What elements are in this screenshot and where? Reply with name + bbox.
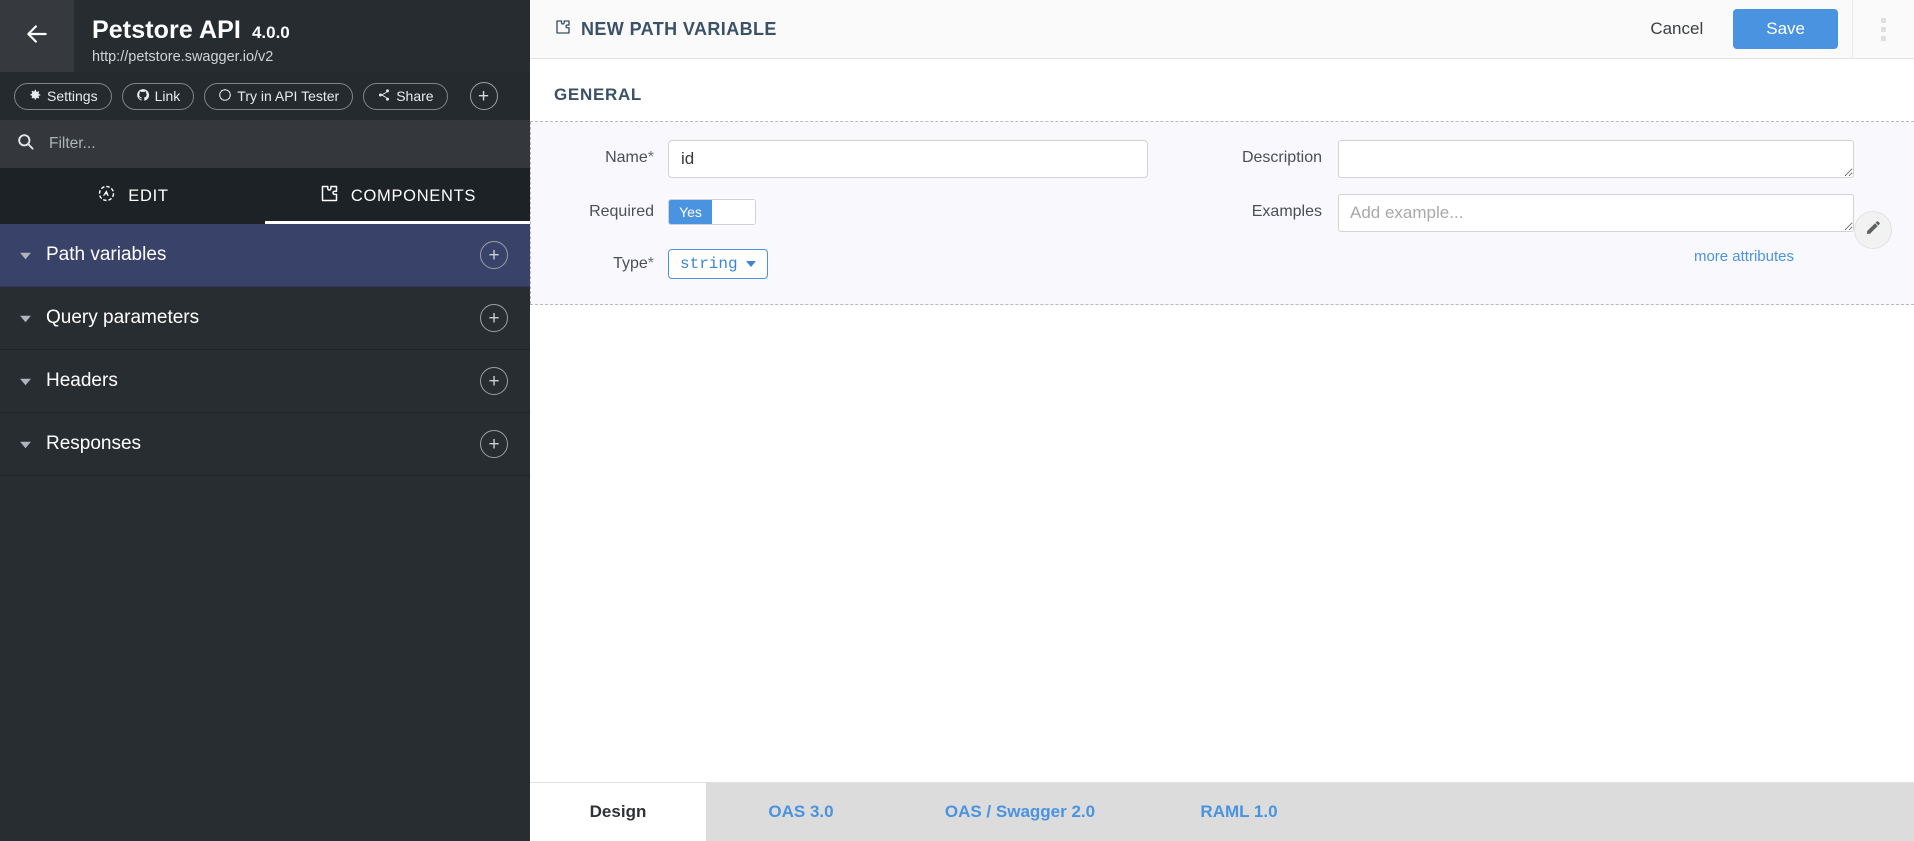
filter-bar[interactable] bbox=[0, 120, 530, 168]
type-select[interactable]: string bbox=[668, 249, 768, 279]
format-tab-bar-filler bbox=[1334, 783, 1914, 841]
tree-item-label: Query parameters bbox=[46, 307, 200, 328]
add-path-variable-button[interactable]: + bbox=[480, 241, 508, 269]
link-label: Link bbox=[154, 88, 181, 104]
tree-item-headers[interactable]: Headers + bbox=[0, 350, 530, 413]
try-in-api-tester-label: Try in API Tester bbox=[237, 88, 340, 104]
sidebar: Petstore API 4.0.0 http://petstore.swagg… bbox=[0, 0, 530, 841]
editor-header: NEW PATH VARIABLE Cancel Save bbox=[530, 0, 1914, 59]
edit-pencil-button[interactable] bbox=[1854, 211, 1892, 249]
tab-oas-swagger-2-0[interactable]: OAS / Swagger 2.0 bbox=[896, 783, 1144, 841]
name-label: Name* bbox=[548, 140, 668, 176]
share-icon bbox=[377, 88, 391, 105]
tree-item-responses[interactable]: Responses + bbox=[0, 413, 530, 476]
puzzle-piece-icon bbox=[554, 18, 572, 41]
required-label: Required bbox=[589, 203, 654, 220]
format-tab-bar: Design OAS 3.0 OAS / Swagger 2.0 RAML 1.… bbox=[530, 782, 1914, 841]
editor-body: GENERAL Name* Required Yes bbox=[530, 59, 1914, 782]
puzzle-piece-icon bbox=[319, 183, 340, 209]
required-asterisk: * bbox=[647, 255, 654, 272]
examples-label: Examples bbox=[1251, 203, 1322, 220]
field-row-description: Description bbox=[1210, 140, 1854, 178]
tab-oas-3-0[interactable]: OAS 3.0 bbox=[706, 783, 896, 841]
sidebar-toolbar: Settings Link Try in API Tester Share + bbox=[0, 72, 530, 120]
api-title: Petstore API bbox=[92, 16, 241, 44]
api-base-url: http://petstore.swagger.io/v2 bbox=[92, 49, 274, 65]
link-button[interactable]: Link bbox=[121, 82, 195, 110]
required-toggle-on-label: Yes bbox=[669, 200, 712, 224]
tab-components[interactable]: COMPONENTS bbox=[265, 168, 530, 224]
add-header-button[interactable]: + bbox=[480, 367, 508, 395]
chevron-down-icon[interactable] bbox=[14, 375, 36, 388]
try-in-api-tester-button[interactable]: Try in API Tester bbox=[204, 82, 354, 110]
general-form-card: Name* Required Yes Type* bbox=[530, 121, 1914, 305]
tab-edit-label: EDIT bbox=[128, 186, 169, 205]
more-attributes-link[interactable]: more attributes bbox=[1694, 248, 1794, 265]
search-icon bbox=[16, 132, 35, 156]
tree-item-label: Responses bbox=[46, 433, 142, 454]
share-button[interactable]: Share bbox=[363, 82, 448, 110]
filter-input[interactable] bbox=[49, 135, 514, 153]
name-label-text: Name bbox=[605, 149, 648, 166]
type-label-text: Type bbox=[613, 255, 648, 272]
field-row-required: Required Yes bbox=[548, 194, 1180, 230]
cancel-button[interactable]: Cancel bbox=[1638, 13, 1715, 45]
description-label: Description bbox=[1241, 149, 1322, 166]
field-row-examples: Examples bbox=[1210, 194, 1854, 232]
components-tree: Path variables + Query parameters + Head… bbox=[0, 224, 530, 841]
chevron-down-icon bbox=[745, 261, 756, 267]
chevron-down-icon[interactable] bbox=[14, 438, 36, 451]
add-project-button[interactable]: + bbox=[469, 82, 498, 110]
tab-edit[interactable]: EDIT bbox=[0, 168, 265, 224]
compass-icon bbox=[96, 183, 117, 209]
more-vertical-icon[interactable] bbox=[1852, 0, 1914, 59]
add-query-parameter-button[interactable]: + bbox=[480, 304, 508, 332]
examples-textarea[interactable] bbox=[1338, 194, 1854, 232]
check-circle-icon bbox=[218, 88, 232, 105]
name-input[interactable] bbox=[668, 140, 1148, 178]
type-label: Type* bbox=[548, 246, 668, 282]
tree-item-label: Path variables bbox=[46, 244, 167, 265]
main-panel: NEW PATH VARIABLE Cancel Save GENERAL Na… bbox=[530, 0, 1914, 841]
description-textarea[interactable] bbox=[1338, 140, 1854, 178]
api-title-block: Petstore API 4.0.0 http://petstore.swagg… bbox=[74, 0, 290, 72]
page-title: NEW PATH VARIABLE bbox=[581, 18, 777, 39]
tree-item-query-parameters[interactable]: Query parameters + bbox=[0, 287, 530, 350]
github-link-icon bbox=[136, 88, 150, 105]
tab-components-label: COMPONENTS bbox=[350, 186, 477, 205]
required-toggle-track bbox=[712, 200, 755, 224]
back-button[interactable] bbox=[0, 0, 74, 72]
api-version: 4.0.0 bbox=[251, 23, 290, 42]
section-title-general: GENERAL bbox=[554, 85, 643, 104]
type-select-value: string bbox=[680, 255, 738, 273]
tab-raml-1-0[interactable]: RAML 1.0 bbox=[1144, 783, 1334, 841]
add-response-button[interactable]: + bbox=[480, 430, 508, 458]
tree-item-label: Headers bbox=[46, 370, 118, 391]
arrow-left-icon bbox=[24, 21, 50, 52]
save-button[interactable]: Save bbox=[1733, 9, 1838, 49]
tab-design[interactable]: Design bbox=[530, 783, 706, 841]
required-asterisk: * bbox=[647, 149, 654, 166]
settings-button[interactable]: Settings bbox=[14, 82, 112, 110]
settings-label: Settings bbox=[47, 88, 98, 104]
gear-icon bbox=[28, 88, 42, 105]
chevron-down-icon[interactable] bbox=[14, 249, 36, 262]
field-row-type: Type* string bbox=[548, 246, 1180, 282]
tree-item-path-variables[interactable]: Path variables + bbox=[0, 224, 530, 287]
form-column-right: Description Examples more attributes bbox=[1180, 140, 1914, 282]
sidebar-header: Petstore API 4.0.0 http://petstore.swagg… bbox=[0, 0, 530, 72]
pencil-icon bbox=[1865, 219, 1882, 241]
required-toggle[interactable]: Yes bbox=[668, 199, 756, 225]
field-row-name: Name* bbox=[548, 140, 1180, 178]
more-attributes-row: more attributes bbox=[1210, 248, 1854, 266]
form-column-left: Name* Required Yes Type* bbox=[530, 140, 1180, 282]
editor-title-block: NEW PATH VARIABLE bbox=[554, 18, 777, 41]
app-root: Petstore API 4.0.0 http://petstore.swagg… bbox=[0, 0, 1914, 841]
share-label: Share bbox=[396, 88, 434, 104]
sidebar-tabs: EDIT COMPONENTS bbox=[0, 168, 530, 224]
chevron-down-icon[interactable] bbox=[14, 312, 36, 325]
